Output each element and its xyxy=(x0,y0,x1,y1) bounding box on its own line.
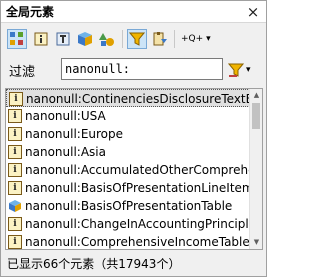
scroll-down-icon[interactable]: ▼ xyxy=(250,236,262,249)
list-item[interactable]: i nanonull:ContinenciesDisclosureTextBl..… xyxy=(6,89,250,107)
funnel-filter-icon xyxy=(228,63,244,77)
list-item-label: nanonull:Asia xyxy=(25,145,106,159)
scroll-up-icon[interactable]: ▲ xyxy=(250,89,262,102)
toolbar-separator xyxy=(174,30,175,48)
vertical-scrollbar[interactable]: ▲ ▼ xyxy=(249,89,262,249)
global-elements-panel: 全局元素 × +Q+ ▾ 过滤 nanonull: ▾ i nanonull:C… xyxy=(0,0,267,277)
panel-titlebar: 全局元素 × xyxy=(1,1,266,23)
cube-filter-icon xyxy=(78,32,92,46)
list-item[interactable]: nanonull:BasisOfPresentationTable xyxy=(6,197,250,215)
list-item-label: nanonull:AccumulatedOtherComprehe... xyxy=(25,163,250,177)
text-filter-button[interactable] xyxy=(53,29,73,49)
panel-title: 全局元素 xyxy=(6,5,55,19)
clipboard-tools-icon xyxy=(153,32,167,46)
list-item-label: nanonull:ContinenciesDisclosureTextBl... xyxy=(26,92,250,106)
filter-options-button[interactable]: ▾ xyxy=(228,60,260,80)
scroll-thumb[interactable] xyxy=(252,103,260,129)
list-item-label: nanonull:USA xyxy=(25,109,106,123)
chevron-down-icon: ▾ xyxy=(206,34,211,44)
info-filter-button[interactable] xyxy=(31,29,51,49)
item-info-icon: i xyxy=(8,163,22,177)
list-item[interactable]: i nanonull:AccumulatedOtherComprehe... xyxy=(6,161,250,179)
funnel-filter-icon xyxy=(129,32,145,46)
status-text: 已显示66个元素（共17943个） xyxy=(7,257,181,271)
chevron-down-icon: ▾ xyxy=(246,65,251,75)
info-filter-icon xyxy=(34,32,48,46)
close-icon[interactable]: × xyxy=(244,1,262,23)
list-item-label: nanonull:BasisOfPresentationLineItems xyxy=(25,181,250,195)
grid-view-icon xyxy=(10,32,23,45)
list-item[interactable]: i nanonull:Asia xyxy=(6,143,250,161)
list-item[interactable]: i nanonull:BasisOfPresentationLineItems xyxy=(6,179,250,197)
element-list-rows: i nanonull:ContinenciesDisclosureTextBl..… xyxy=(6,89,250,249)
filter-input[interactable]: nanonull: xyxy=(61,58,223,80)
text-filter-icon xyxy=(56,32,70,46)
item-info-icon: i xyxy=(8,217,22,231)
cube-filter-button[interactable] xyxy=(75,29,95,49)
element-list[interactable]: i nanonull:ContinenciesDisclosureTextBl..… xyxy=(5,88,263,250)
add-dropdown-button[interactable]: +Q+ ▾ xyxy=(181,29,213,49)
item-info-icon: i xyxy=(9,92,23,106)
list-item[interactable]: i nanonull:ChangeInAccountingPrinciple xyxy=(6,215,250,233)
add-dropdown-icon: +Q+ xyxy=(181,34,204,44)
funnel-filter-button[interactable] xyxy=(127,29,147,49)
item-info-icon: i xyxy=(8,145,22,159)
item-info-icon: i xyxy=(8,235,22,249)
clipboard-tools-button[interactable] xyxy=(150,29,170,49)
list-item-label: nanonull:Europe xyxy=(25,127,124,141)
list-item[interactable]: i nanonull:Europe xyxy=(6,125,250,143)
shapes-filter-icon xyxy=(99,33,114,46)
list-item-label: nanonull:ChangeInAccountingPrinciple xyxy=(25,217,250,231)
list-item[interactable]: i nanonull:USA xyxy=(6,107,250,125)
cube-icon xyxy=(9,200,21,212)
item-info-icon: i xyxy=(8,127,22,141)
filter-label: 过滤 xyxy=(9,65,36,80)
list-item[interactable]: i nanonull:ComprehensiveIncomeTableT... xyxy=(6,233,250,249)
grid-view-button[interactable] xyxy=(7,29,27,49)
item-info-icon: i xyxy=(8,109,22,123)
list-item-label: nanonull:BasisOfPresentationTable xyxy=(25,199,233,213)
item-info-icon: i xyxy=(8,181,22,195)
toolbar: +Q+ ▾ xyxy=(1,24,266,54)
filter-row: 过滤 nanonull: ▾ xyxy=(1,56,266,82)
toolbar-separator xyxy=(122,30,123,48)
list-item-label: nanonull:ComprehensiveIncomeTableT... xyxy=(25,235,250,249)
shapes-filter-button[interactable] xyxy=(97,29,117,49)
